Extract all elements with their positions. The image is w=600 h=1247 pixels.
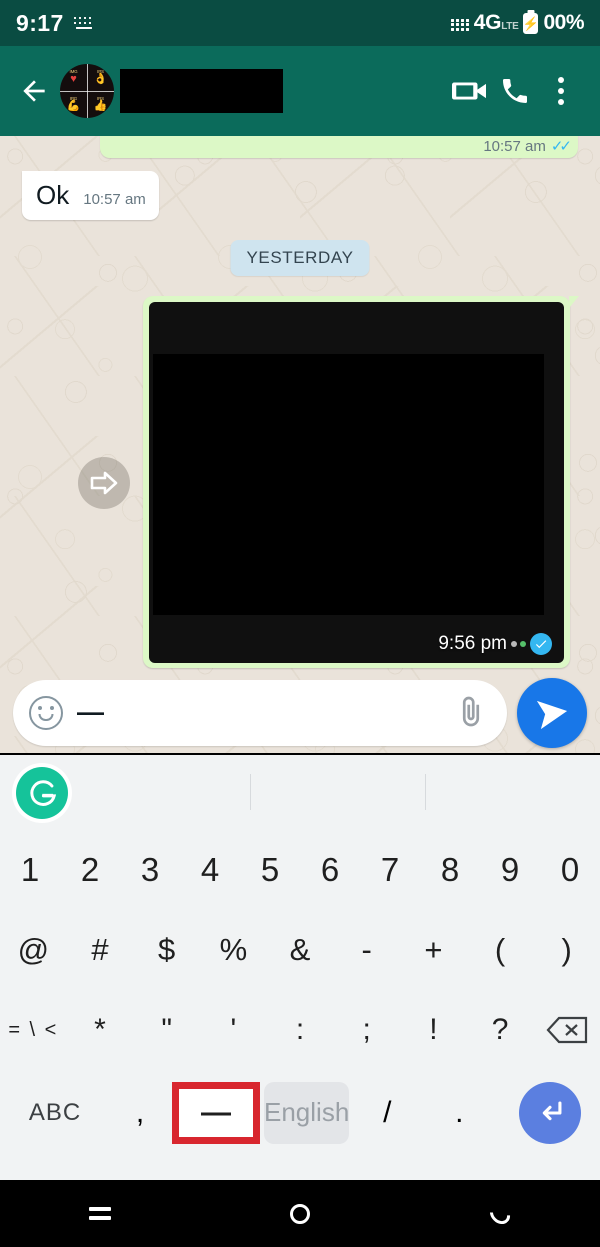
keyboard-row-numbers: 1 2 3 4 5 6 7 8 9 0 — [0, 830, 600, 910]
key-3[interactable]: 3 — [120, 830, 180, 910]
key-plus[interactable]: + — [400, 910, 467, 990]
home-icon[interactable] — [255, 1180, 345, 1247]
key-hyphen[interactable]: - — [333, 910, 400, 990]
network-type: 4GLTE — [473, 11, 519, 34]
key-percent[interactable]: % — [200, 910, 267, 990]
key-paren-close[interactable]: ) — [533, 910, 600, 990]
key-single-quote[interactable]: ' — [200, 990, 267, 1070]
key-ampersand[interactable]: & — [267, 910, 334, 990]
grammarly-logo-icon[interactable] — [16, 766, 68, 819]
key-double-quote[interactable]: " — [133, 990, 200, 1070]
blue-check-icon — [530, 633, 552, 655]
key-underscore-highlighted[interactable]: — — [170, 1070, 262, 1155]
avatar-quadrant: IRS 👍 — [93, 95, 108, 113]
key-exclamation[interactable]: ! — [400, 990, 467, 1070]
message-bubble-outgoing-partial[interactable]: 10:57 am ✓✓ — [100, 136, 578, 158]
chat-area[interactable]: 10:57 am ✓✓ Ok 10:57 am YESTERDAY 9:56 p… — [0, 136, 600, 753]
avatar-quadrant: IPS 👌 — [93, 68, 108, 86]
key-6[interactable]: 6 — [300, 830, 360, 910]
app-bar: IMG ♥ IPS 👌 IPG 💪 IRS 👍 — [0, 46, 600, 136]
message-text: Ok — [36, 180, 70, 210]
avatar[interactable]: IMG ♥ IPS 👌 IPG 💪 IRS 👍 — [60, 64, 114, 118]
status-bar-right: 4GLTE ⚡ 00% — [450, 11, 584, 35]
message-input[interactable]: — — [77, 697, 439, 728]
key-hash[interactable]: # — [67, 910, 134, 990]
key-spacebar[interactable]: English — [264, 1081, 350, 1144]
battery-percent: 00% — [543, 11, 584, 34]
read-receipt-icon: ✓✓ — [550, 138, 572, 155]
phone-call-icon[interactable] — [492, 68, 538, 114]
message-input-bar: — — [0, 670, 600, 755]
key-9[interactable]: 9 — [480, 830, 540, 910]
highlight-box: — — [172, 1081, 260, 1144]
backspace-icon[interactable] — [533, 990, 600, 1070]
key-symbol-shift[interactable]: = \ < — [0, 990, 67, 1070]
date-divider: YESTERDAY — [230, 240, 370, 276]
message-time: 9:56 pm — [438, 633, 507, 654]
key-at[interactable]: @ — [0, 910, 67, 990]
media-message-meta: 9:56 pm — [438, 633, 552, 655]
avatar-quadrant: IMG ♥ — [69, 68, 78, 86]
message-input-container[interactable]: — — [13, 679, 507, 746]
key-8[interactable]: 8 — [420, 830, 480, 910]
emoji-smiley-icon[interactable] — [29, 695, 63, 730]
message-time: 10:57 am — [483, 138, 546, 155]
recents-icon[interactable] — [55, 1180, 145, 1247]
key-0[interactable]: 0 — [540, 830, 600, 910]
contact-name[interactable] — [120, 69, 283, 113]
send-button[interactable] — [517, 677, 587, 748]
status-bar-left: 9:17 — [16, 10, 96, 37]
status-clock: 9:17 — [16, 9, 64, 36]
key-5[interactable]: 5 — [240, 830, 300, 910]
suggestion-divider — [250, 774, 251, 810]
key-paren-open[interactable]: ( — [467, 910, 534, 990]
phone-screen: 9:17 4GLTE ⚡ 00% IMG ♥ IPS 👌 IPG 💪 IRS 👍… — [0, 0, 600, 1247]
battery-charging-icon: ⚡ — [523, 12, 539, 34]
media-thumbnail[interactable]: 9:56 pm — [149, 302, 564, 663]
key-asterisk[interactable]: * — [67, 990, 134, 1070]
key-comma[interactable]: , — [110, 1096, 170, 1130]
message-time: 10:57 am — [83, 191, 146, 208]
key-slash[interactable]: / — [351, 1096, 423, 1130]
message-bubble-incoming[interactable]: Ok 10:57 am — [22, 171, 159, 220]
paperclip-icon[interactable] — [453, 695, 489, 731]
system-navigation-bar — [0, 1180, 600, 1247]
key-7[interactable]: 7 — [360, 830, 420, 910]
keyboard-row-third: = \ < * " ' : ; ! ? — [0, 990, 600, 1070]
suggestion-divider — [425, 774, 426, 810]
enter-icon[interactable] — [519, 1081, 582, 1144]
status-bar: 9:17 4GLTE ⚡ 00% — [0, 0, 600, 46]
key-2[interactable]: 2 — [60, 830, 120, 910]
key-colon[interactable]: : — [267, 990, 334, 1070]
status-dots — [511, 641, 526, 647]
keyboard-row-bottom: ABC , — English / . — [0, 1070, 600, 1155]
nav-back-icon[interactable] — [455, 1180, 545, 1247]
keyboard-icon — [73, 16, 96, 30]
more-options-icon[interactable] — [538, 68, 584, 114]
keyboard-row-symbols: @ # $ % & - + ( ) — [0, 910, 600, 990]
suggestion-bar — [0, 755, 600, 830]
key-question[interactable]: ? — [467, 990, 534, 1070]
on-screen-keyboard: 1 2 3 4 5 6 7 8 9 0 @ # $ % & - + ( ) = … — [0, 755, 600, 1180]
key-dollar[interactable]: $ — [133, 910, 200, 990]
key-abc-switch[interactable]: ABC — [0, 1099, 110, 1127]
key-semicolon[interactable]: ; — [333, 990, 400, 1070]
signal-bars-icon — [450, 15, 469, 31]
key-1[interactable]: 1 — [0, 830, 60, 910]
video-call-icon[interactable] — [446, 68, 492, 114]
forward-arrow-icon[interactable] — [78, 457, 130, 509]
media-redacted-region — [153, 354, 544, 615]
avatar-quadrant: IPG 💪 — [66, 95, 81, 113]
message-bubble-media[interactable]: 9:56 pm — [143, 296, 579, 668]
key-4[interactable]: 4 — [180, 830, 240, 910]
back-arrow-icon[interactable] — [12, 69, 56, 113]
key-period[interactable]: . — [423, 1096, 495, 1130]
key-enter-wrap — [495, 1081, 600, 1144]
key-underscore-label: — — [201, 1095, 231, 1129]
